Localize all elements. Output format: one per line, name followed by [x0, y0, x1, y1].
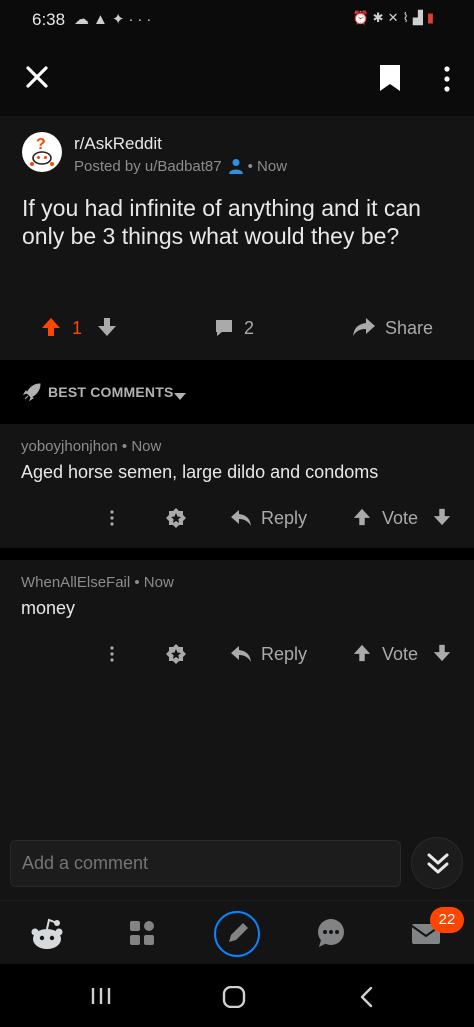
- sort-label: BEST COMMENTS: [48, 384, 174, 400]
- reply-arrow-icon[interactable]: [230, 644, 252, 669]
- battery-low-icon: ▮: [426, 10, 438, 25]
- inbox-badge: 22: [430, 907, 464, 933]
- back-button[interactable]: [358, 986, 376, 1013]
- bookmark-icon: [380, 65, 400, 91]
- recents-icon: [91, 988, 111, 1004]
- comment-body: Aged horse semen, large dildo and condom…: [21, 462, 379, 482]
- downvote-button[interactable]: [96, 316, 118, 343]
- share-arrow-icon: [353, 318, 375, 336]
- post-action-bar: 1 2 Share: [0, 308, 474, 348]
- status-system-icons: ⏰✱✕⌇▟▮: [352, 10, 438, 26]
- post-title: If you had infinite of anything and it c…: [22, 195, 421, 249]
- upvote-arrow-icon: [353, 644, 371, 662]
- system-navigation-bar: [0, 964, 474, 1027]
- upvote-arrow-icon: [353, 508, 371, 526]
- comment-downvote-button[interactable]: [432, 643, 452, 668]
- more-options-button[interactable]: [440, 64, 454, 94]
- comment-meta[interactable]: yoboyjhonjhon • Now: [21, 438, 161, 455]
- rocket-icon: [22, 382, 42, 407]
- upvote-button[interactable]: [40, 316, 62, 343]
- close-button[interactable]: [22, 62, 52, 92]
- downvote-arrow-icon: [433, 644, 451, 662]
- nav-communities[interactable]: [122, 913, 162, 953]
- comment-actions: Reply Vote: [0, 504, 474, 534]
- status-notification-icons: ☁▲✦···: [74, 10, 155, 28]
- upvote-arrow-icon: [42, 318, 60, 336]
- nav-create-post[interactable]: [214, 911, 260, 957]
- jump-next-comment-button[interactable]: [411, 837, 463, 889]
- comment-more-button[interactable]: [108, 508, 116, 533]
- award-icon: [166, 644, 186, 664]
- more-vert-icon: [110, 510, 114, 526]
- comment-downvote-button[interactable]: [432, 507, 452, 532]
- subreddit-name[interactable]: r/AskReddit: [74, 134, 162, 154]
- comment-meta[interactable]: WhenAllElseFail • Now: [21, 574, 174, 591]
- more-vert-icon: [444, 66, 450, 92]
- comments-button[interactable]: [214, 318, 234, 343]
- post-card: ? r/AskReddit Posted by u/Badbat87 • Now …: [0, 116, 474, 360]
- home-circle-icon: [222, 985, 246, 1009]
- vote-label: Vote: [382, 508, 419, 528]
- pencil-icon: [229, 923, 248, 942]
- downvote-arrow-icon: [433, 508, 451, 526]
- comment-body: money: [21, 598, 76, 618]
- askreddit-logo-icon: ?: [30, 136, 54, 166]
- chevron-down-icon: [173, 388, 187, 406]
- reply-arrow-icon[interactable]: [230, 508, 252, 533]
- signal-icon: ▟: [412, 10, 427, 25]
- comment-more-button[interactable]: [108, 644, 116, 669]
- comment-divider: [0, 548, 474, 560]
- downvote-arrow-icon: [98, 318, 116, 336]
- bookmark-button[interactable]: [378, 64, 402, 92]
- warning-icon: ▲: [93, 11, 112, 28]
- back-chevron-icon: [360, 986, 373, 1008]
- post-header-bar: [0, 42, 474, 116]
- post-time: • Now: [247, 158, 288, 175]
- person-icon: [228, 158, 244, 178]
- reddit-snoo-icon: [31, 918, 63, 949]
- comment-count: 2: [244, 318, 255, 338]
- award-button[interactable]: [165, 643, 187, 670]
- comment-bubble-icon: [216, 320, 232, 336]
- status-bar: 6:38 ☁▲✦··· ⏰✱✕⌇▟▮: [0, 0, 474, 42]
- comment-item: WhenAllElseFail • Now money Reply Vote: [0, 560, 474, 830]
- twitter-icon: ✦: [111, 11, 129, 28]
- nav-home[interactable]: [27, 913, 67, 953]
- nav-chat[interactable]: [311, 913, 351, 953]
- home-button[interactable]: [222, 985, 246, 1013]
- add-comment-bar: [0, 830, 474, 900]
- more-horiz-icon: ···: [128, 11, 156, 28]
- subreddit-avatar[interactable]: ?: [22, 132, 62, 172]
- svg-text:?: ?: [36, 136, 46, 153]
- wifi-icon: ⌇: [402, 10, 413, 25]
- comment-upvote-button[interactable]: [352, 507, 372, 532]
- recent-apps-button[interactable]: [90, 986, 112, 1011]
- share-button[interactable]: [352, 316, 376, 343]
- status-time: 6:38: [32, 10, 66, 29]
- communities-grid-icon: [130, 921, 154, 945]
- cloud-icon: ☁: [74, 11, 93, 28]
- bluetooth-icon: ✱: [372, 10, 388, 25]
- award-icon: [166, 508, 186, 528]
- comment-sort-bar[interactable]: BEST COMMENTS: [0, 360, 474, 424]
- more-vert-icon: [110, 646, 114, 662]
- close-icon: [26, 66, 48, 88]
- double-chevron-down-icon: [427, 853, 449, 874]
- bottom-navigation: 22: [0, 900, 474, 964]
- post-score: 1: [72, 318, 83, 338]
- comment-item: yoboyjhonjhon • Now Aged horse semen, la…: [0, 424, 474, 548]
- reply-button[interactable]: Reply: [261, 644, 307, 665]
- share-label[interactable]: Share: [385, 318, 433, 339]
- post-author[interactable]: Posted by u/Badbat87: [74, 158, 222, 175]
- reply-button[interactable]: Reply: [261, 508, 307, 529]
- vote-label: Vote: [382, 644, 419, 664]
- add-comment-input[interactable]: [10, 840, 401, 887]
- alarm-icon: ⏰: [352, 10, 373, 25]
- award-button[interactable]: [165, 507, 187, 534]
- comment-actions: Reply Vote: [0, 640, 474, 670]
- post-meta: Posted by u/Badbat87 • Now: [74, 158, 287, 178]
- chat-bubble-icon: [318, 919, 344, 947]
- mute-icon: ✕: [387, 10, 403, 25]
- comment-upvote-button[interactable]: [352, 643, 372, 668]
